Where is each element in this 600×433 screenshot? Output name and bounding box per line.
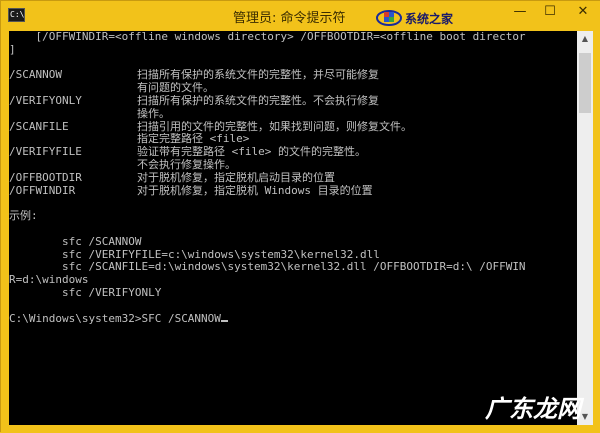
option-flag: /SCANFILE (9, 120, 69, 133)
option-row: /VERIFYFILE 验证带有完整路径 <file> 的文件的完整性。 (9, 146, 577, 159)
minimize-button[interactable]: — (505, 1, 535, 23)
maximize-button[interactable]: ☐ (535, 1, 565, 23)
option-flag: /VERIFYONLY (9, 94, 82, 107)
option-flag: /SCANNOW (9, 69, 62, 82)
example-line: sfc /VERIFYFILE=c:\windows\system32\kern… (9, 248, 380, 261)
example-line: sfc /SCANFILE=d:\windows\system32\kernel… (9, 261, 526, 274)
option-row: 不会执行修复操作。 (9, 159, 577, 172)
option-row: 指定完整路径 <file> (9, 133, 577, 146)
window-title: 管理员: 命令提示符 (233, 11, 346, 26)
option-row: 有问题的文件。 (9, 82, 577, 95)
option-row: 操作。 (9, 108, 577, 121)
example-line: R=d:\windows (9, 274, 89, 287)
site-watermark-name: 系统之家 (405, 12, 454, 26)
console-output[interactable]: [/OFFWINDIR=<offline windows directory> … (9, 31, 577, 425)
option-description: 验证带有完整路径 <file> 的文件的完整性。 (137, 146, 366, 159)
option-description: 对于脱机修复，指定脱机启动目录的位置 (137, 171, 335, 184)
option-flag: /OFFWINDIR (9, 184, 76, 197)
option-description: 操作。 (137, 107, 170, 120)
option-description: 有问题的文件。 (137, 82, 214, 95)
command-prompt: C:\Windows\system32> (9, 312, 142, 325)
command-input[interactable]: SFC /SCANNOW (141, 313, 220, 325)
option-description: 扫描所有保护的系统文件的完整性。不会执行修复 (137, 94, 379, 107)
option-row: /OFFWINDIR 对于脱机修复，指定脱机 Windows 目录的位置 (9, 185, 577, 198)
console-line: [/OFFWINDIR=<offline windows directory> … (9, 31, 526, 43)
command-line[interactable]: C:\Windows\system32>SFC /SCANNOW (9, 313, 577, 326)
scroll-up-arrow-icon[interactable]: ▲ (577, 31, 593, 47)
console-lines: [/OFFWINDIR=<offline windows directory> … (9, 31, 577, 325)
close-button[interactable]: ✕ (567, 1, 599, 23)
option-row: /VERIFYONLY 扫描所有保护的系统文件的完整性。不会执行修复 (9, 95, 577, 108)
option-flag: /VERIFYFILE (9, 146, 82, 159)
example-header: 示例: (9, 210, 38, 223)
image-watermark: 广东龙网 (485, 395, 581, 423)
option-description: 不会执行修复操作。 (137, 158, 236, 171)
example-line: sfc /SCANNOW (9, 235, 142, 248)
option-description: 扫描所有保护的系统文件的完整性，并尽可能修复 (137, 69, 379, 82)
site-logo-icon (376, 10, 402, 26)
option-description: 扫描引用的文件的完整性，如果找到问题，则修复文件。 (137, 120, 412, 133)
example-line: sfc /VERIFYONLY (9, 286, 162, 299)
vertical-scrollbar[interactable]: ▲ ▼ (577, 31, 593, 425)
scrollbar-thumb[interactable] (579, 53, 591, 113)
window-border-right (593, 31, 600, 433)
option-description: 对于脱机修复，指定脱机 Windows 目录的位置 (137, 184, 373, 197)
text-cursor (220, 319, 228, 322)
option-description: 指定完整路径 <file> (137, 133, 250, 146)
option-row: /SCANNOW 扫描所有保护的系统文件的完整性，并尽可能修复 (9, 69, 577, 82)
option-row: /OFFBOOTDIR 对于脱机修复，指定脱机启动目录的位置 (9, 172, 577, 185)
cmd-window: C:\ 管理员: 命令提示符 系统之家 — ☐ ✕ [/OFFWINDIR=<o… (0, 0, 600, 433)
console-line: ] (9, 43, 16, 56)
title-bar[interactable]: C:\ 管理员: 命令提示符 系统之家 — ☐ ✕ (1, 1, 600, 31)
option-row: /SCANFILE 扫描引用的文件的完整性，如果找到问题，则修复文件。 (9, 121, 577, 134)
option-flag: /OFFBOOTDIR (9, 171, 82, 184)
cmd-app-icon[interactable]: C:\ (8, 8, 25, 22)
